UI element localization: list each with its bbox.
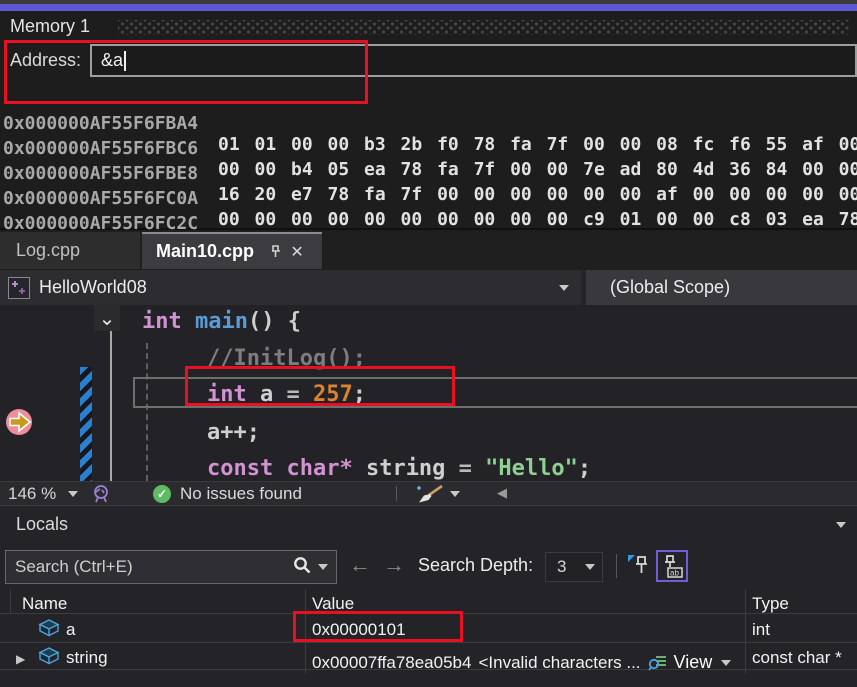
memory-row[interactable]: 0x000000AF55F6FC2C fa 7f 00 00 50 ae 07 … [0, 192, 857, 217]
address-input[interactable]: &a [90, 44, 857, 77]
chevron-down-icon[interactable] [450, 491, 460, 497]
memory-address-row: Address: &a [0, 43, 857, 79]
text-cursor [124, 51, 126, 71]
chevron-down-icon[interactable] [721, 660, 731, 666]
memory-row[interactable]: 0x000000AF55F6FBE8 16 20 e7 78 fa 7f 00 … [0, 142, 857, 167]
project-name: HelloWorld08 [39, 277, 147, 298]
table-divider [0, 642, 857, 643]
variable-name[interactable]: string [66, 648, 108, 668]
column-divider [10, 589, 11, 613]
column-header-type[interactable]: Type [752, 594, 789, 614]
editor-status-bar: 146 % ✓ No issues found ◀ [0, 481, 857, 505]
close-icon[interactable]: ✕ [286, 241, 308, 263]
code-line[interactable]: const char* string = "Hello"; [0, 456, 857, 481]
memory-row[interactable]: 0x000000AF55F6FC4E 00 00 f0 2f 94 99 c9 … [0, 217, 857, 231]
value-note: <Invalid characters ... [478, 653, 640, 673]
issues-status-text: No issues found [180, 484, 302, 504]
svg-text:ab: ab [670, 569, 679, 578]
search-depth-value: 3 [546, 557, 585, 577]
column-divider[interactable] [745, 589, 746, 674]
scope-name: (Global Scope) [610, 277, 730, 298]
scroll-left-icon[interactable]: ◀ [497, 485, 507, 501]
address-label: Address: [10, 50, 81, 71]
pin-icon[interactable] [264, 241, 286, 263]
document-tabbar: Log.cpp Main10.cpp ✕ [0, 232, 857, 269]
forward-arrow-icon[interactable]: → [383, 552, 405, 578]
memory-row[interactable]: 0x000000AF55F6FC0A 00 00 00 00 00 00 00 … [0, 167, 857, 192]
variable-icon [38, 618, 60, 643]
zoom-level-dropdown[interactable]: 146 % [8, 484, 56, 504]
editor-navigation-bar: HelloWorld08 (Global Scope) [0, 270, 857, 305]
search-input[interactable] [6, 557, 292, 577]
value-hex: 0x00007ffa78ea05b4 [312, 653, 471, 673]
table-divider [0, 613, 857, 614]
variable-icon [38, 646, 60, 671]
status-separator [396, 486, 397, 501]
address-input-value: &a [101, 50, 123, 71]
toolbar-separator [616, 554, 617, 578]
variable-type: const char * [752, 648, 842, 668]
column-header-name[interactable]: Name [22, 594, 67, 614]
chevron-down-icon [585, 564, 595, 570]
memory-panel: Memory 1 Address: &a 0x000000AF55F6FBA4 … [0, 11, 857, 230]
locals-search-box[interactable] [5, 550, 337, 584]
chevron-down-icon[interactable] [318, 564, 328, 570]
chevron-down-icon [559, 285, 569, 291]
tab-main10-cpp[interactable]: Main10.cpp ✕ [142, 232, 322, 269]
variable-type: int [752, 620, 770, 640]
memory-row[interactable]: 0x000000AF55F6FBA4 01 01 00 00 b3 2b f0 … [0, 92, 857, 117]
search-icon[interactable] [292, 555, 312, 580]
back-arrow-icon[interactable]: ← [349, 552, 371, 578]
scope-dropdown[interactable]: (Global Scope) [586, 270, 857, 305]
code-line[interactable]: //InitLog(); [0, 346, 857, 371]
code-line[interactable]: int a = 257; [0, 382, 857, 407]
visualizer-icon[interactable] [648, 654, 667, 672]
window-menu-chevron-icon[interactable] [836, 522, 846, 528]
column-header-value[interactable]: Value [312, 594, 354, 614]
pin-filter-icon[interactable] [626, 552, 652, 585]
tab-label: Main10.cpp [156, 241, 254, 262]
column-divider[interactable] [305, 589, 306, 674]
expander-icon[interactable]: ▶ [16, 652, 25, 666]
memory-row[interactable]: 0x000000AF55F6FBC6 00 00 b4 05 ea 78 fa … [0, 117, 857, 142]
search-depth-select[interactable]: 3 [545, 552, 603, 582]
chevron-down-icon[interactable] [68, 491, 78, 497]
code-line[interactable]: int main() { [0, 309, 857, 334]
locals-panel: Locals ← → Search Depth: 3 [0, 505, 857, 687]
panel-drag-grip[interactable] [118, 20, 850, 35]
variable-name[interactable]: a [66, 620, 75, 640]
view-dropdown[interactable]: View [674, 652, 713, 673]
locals-panel-title: Locals [16, 514, 68, 535]
visual-studio-window: Memory 1 Address: &a 0x000000AF55F6FBA4 … [0, 0, 857, 687]
code-editor[interactable]: ⌄ int main() { //InitLog(); int a = 257;… [0, 305, 857, 481]
search-depth-label: Search Depth: [418, 555, 533, 576]
pin-values-toggle-icon[interactable]: ab [656, 550, 688, 582]
variable-value[interactable]: 0x00000101 [312, 620, 406, 640]
titlebar-accent-bar [0, 4, 857, 11]
variable-value[interactable]: 0x00007ffa78ea05b4 <Invalid characters .… [312, 652, 731, 673]
tab-label: Log.cpp [16, 240, 80, 261]
memory-panel-title: Memory 1 [10, 16, 90, 37]
project-dropdown[interactable]: HelloWorld08 [0, 270, 581, 305]
cpp-project-icon [8, 277, 30, 299]
tab-log-cpp[interactable]: Log.cpp [0, 232, 140, 269]
memory-hex-grid[interactable]: 0x000000AF55F6FBA4 01 01 00 00 b3 2b f0 … [0, 81, 857, 231]
check-circle-icon: ✓ [153, 485, 171, 503]
code-line[interactable]: a++; [0, 420, 857, 445]
